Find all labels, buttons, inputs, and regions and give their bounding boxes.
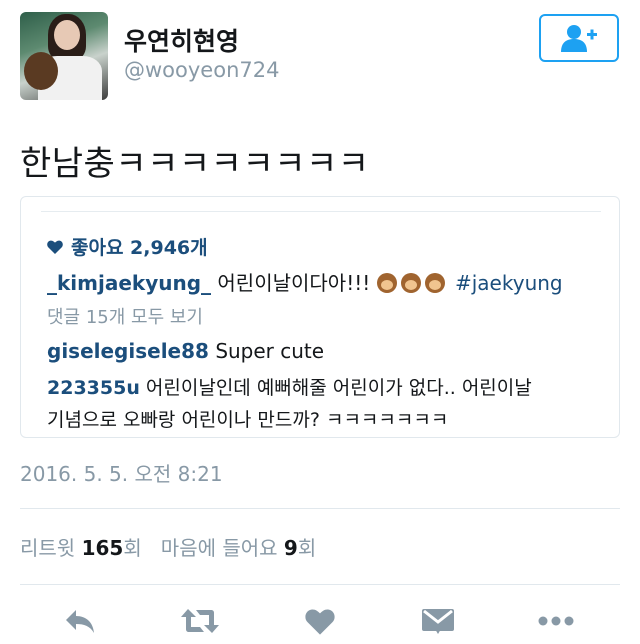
comment-2-continued: 기념으로 오빠랑 어린이나 만드까? ㅋㅋㅋㅋㅋㅋㅋ xyxy=(47,409,449,431)
heart-small-icon xyxy=(47,240,63,254)
avatar[interactable] xyxy=(20,12,108,100)
caption-user[interactable]: _kimjaekyung_ xyxy=(47,271,211,295)
comment-1: giselegisele88 Super cute xyxy=(47,339,324,363)
direct-message-button[interactable] xyxy=(418,604,458,638)
avatar-face xyxy=(54,20,80,50)
avatar-glove xyxy=(24,52,58,90)
more-icon xyxy=(538,616,574,626)
tweet-stats: 리트윗 165회 마음에 들어요 9회 xyxy=(20,532,316,561)
quoted-content[interactable]: 좋아요 2,946개 _kimjaekyung_ 어린이날이다아!!! #jae… xyxy=(20,196,620,438)
comment-text: Super cute xyxy=(215,339,325,363)
likes-count-text: 좋아요 2,946개 xyxy=(71,237,208,259)
reply-button[interactable] xyxy=(60,604,100,638)
comment-text: 어린이날인데 예뻐해줄 어린이가 없다.. 어린이날 xyxy=(145,377,532,399)
divider xyxy=(20,584,620,585)
reply-icon xyxy=(66,610,94,633)
add-user-icon xyxy=(561,25,597,52)
comment-user[interactable]: giselegisele88 xyxy=(47,339,209,363)
user-handle[interactable]: @wooyeon724 xyxy=(124,58,279,82)
retweet-icon xyxy=(181,609,219,633)
retweet-button[interactable] xyxy=(180,604,220,638)
view-comments-link[interactable]: 댓글 15개 모두 보기 xyxy=(47,303,203,329)
likes-count[interactable]: 9 xyxy=(284,536,298,560)
retweets-label[interactable]: 리트윗 xyxy=(20,536,75,560)
more-button[interactable] xyxy=(536,604,576,638)
envelope-icon xyxy=(422,609,454,634)
action-bar xyxy=(0,598,640,644)
likes-unit: 회 xyxy=(297,536,317,560)
comment-2: 223355u 어린이날인데 예뻐해줄 어린이가 없다.. 어린이날 xyxy=(47,373,532,400)
quote-likes: 좋아요 2,946개 xyxy=(47,233,208,260)
monkey-emoji-icon xyxy=(376,273,397,293)
heart-icon xyxy=(305,609,335,635)
caption-text: 어린이날이다아!!! xyxy=(217,271,371,295)
retweets-count[interactable]: 165 xyxy=(82,536,124,560)
tweet-text: 한남충ㅋㅋㅋㅋㅋㅋㅋㅋ xyxy=(20,144,370,184)
caption-hashtag[interactable]: #jaekyung xyxy=(455,271,563,295)
comment-user[interactable]: 223355u xyxy=(47,377,140,399)
monkey-emoji-icon xyxy=(400,273,421,293)
quote-top-divider xyxy=(41,211,601,212)
display-name[interactable]: 우연히현영 xyxy=(124,22,239,58)
caption-line: _kimjaekyung_ 어린이날이다아!!! #jaekyung xyxy=(47,267,563,296)
monkey-emoji-icon xyxy=(424,273,445,293)
likes-label[interactable]: 마음에 들어요 xyxy=(161,536,278,560)
tweet-timestamp[interactable]: 2016. 5. 5. 오전 8:21 xyxy=(20,458,223,487)
like-button[interactable] xyxy=(300,604,340,638)
follow-button[interactable] xyxy=(539,14,619,62)
divider xyxy=(20,508,620,509)
retweets-unit: 회 xyxy=(123,536,142,560)
